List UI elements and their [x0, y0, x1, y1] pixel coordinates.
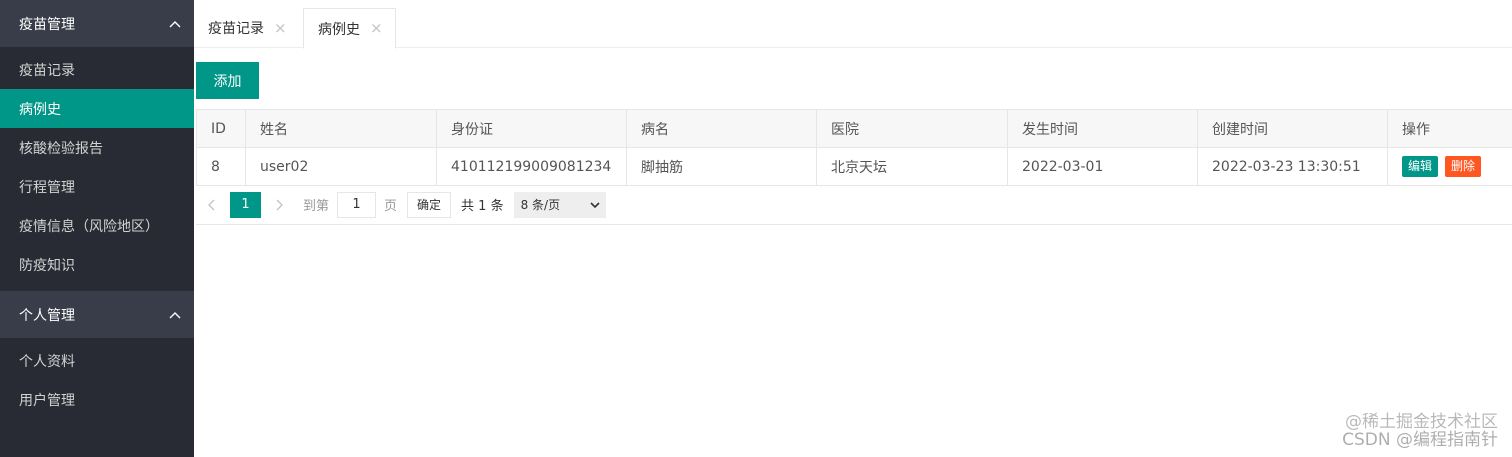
- sidebar-group-vaccine[interactable]: 疫苗管理: [0, 0, 194, 47]
- watermark: @稀土掘金技术社区 CSDN @编程指南针: [1342, 413, 1498, 449]
- watermark-line2: CSDN @编程指南针: [1342, 430, 1498, 450]
- cell-hospital: 北京天坛: [816, 147, 1008, 186]
- cell-id: 8: [196, 147, 246, 186]
- sidebar-item-label: 用户管理: [19, 392, 75, 409]
- close-icon[interactable]: ×: [370, 21, 383, 36]
- app-window: 疫苗管理 疫苗记录 病例史 核酸检验报告 行程管理 疫情信息（风险地区） 防疫知…: [0, 0, 1512, 457]
- sidebar: 疫苗管理 疫苗记录 病例史 核酸检验报告 行程管理 疫情信息（风险地区） 防疫知…: [0, 0, 194, 457]
- prev-page-icon[interactable]: [196, 192, 226, 218]
- sidebar-item-label: 防疫知识: [19, 257, 75, 274]
- sidebar-group-title: 个人管理: [19, 307, 75, 324]
- tab-label: 病例史: [318, 21, 360, 38]
- column-header[interactable]: ID: [196, 109, 246, 148]
- sidebar-item-label: 疫情信息（风险地区）: [19, 218, 159, 235]
- watermark-line1: @稀土掘金技术社区: [1345, 412, 1498, 432]
- page-number-current[interactable]: 1: [230, 191, 261, 218]
- sidebar-item-label: 核酸检验报告: [19, 140, 103, 157]
- sidebar-item-label: 个人资料: [19, 353, 75, 370]
- column-header[interactable]: 身份证: [436, 109, 627, 148]
- column-header[interactable]: 姓名: [245, 109, 437, 148]
- tab-vaccine-records[interactable]: 疫苗记录 ×: [194, 8, 299, 48]
- sidebar-item-vaccine-records[interactable]: 疫苗记录: [0, 50, 194, 89]
- goto-page-input[interactable]: [337, 191, 377, 218]
- column-header[interactable]: 操作: [1387, 109, 1512, 148]
- column-header[interactable]: 创建时间: [1197, 109, 1388, 148]
- tab-label: 疫苗记录: [208, 21, 264, 37]
- sidebar-item-itinerary[interactable]: 行程管理: [0, 167, 194, 206]
- add-button[interactable]: 添加: [196, 62, 259, 99]
- column-header[interactable]: 病名: [626, 109, 817, 148]
- chevron-up-icon: [168, 308, 182, 322]
- goto-label: 到第: [303, 199, 330, 214]
- cell-occur-time: 2022-03-01: [1007, 147, 1198, 186]
- edit-button[interactable]: 编辑: [1402, 156, 1439, 177]
- close-icon[interactable]: ×: [274, 20, 287, 36]
- sidebar-item-label: 病例史: [19, 101, 61, 118]
- sidebar-item-label: 行程管理: [19, 179, 75, 196]
- case-history-table: ID 姓名 身份证 病名 医院 发生时间 创建时间 操作 8 user02 41…: [196, 109, 1512, 186]
- next-page-icon[interactable]: [265, 192, 295, 218]
- sidebar-item-nucleic-report[interactable]: 核酸检验报告: [0, 128, 194, 167]
- tab-bar: 疫苗记录 × 病例史 ×: [194, 0, 1512, 49]
- tab-case-history[interactable]: 病例史 ×: [303, 8, 396, 49]
- cell-id-card: 410112199009081234: [436, 147, 627, 186]
- sidebar-item-profile[interactable]: 个人资料: [0, 341, 194, 380]
- page-label: 页: [384, 199, 398, 214]
- sidebar-group-title: 疫苗管理: [19, 16, 75, 33]
- sidebar-group-personal[interactable]: 个人管理: [0, 291, 194, 338]
- pagination: 1 到第 页 确定 共 1 条 8 条/页: [196, 185, 1512, 225]
- delete-button[interactable]: 删除: [1445, 156, 1482, 177]
- sidebar-item-label: 疫苗记录: [19, 62, 75, 79]
- page-size-select[interactable]: 8 条/页: [513, 191, 606, 218]
- sidebar-item-case-history[interactable]: 病例史: [0, 89, 194, 128]
- sidebar-item-epidemic-info[interactable]: 疫情信息（风险地区）: [0, 206, 194, 245]
- sidebar-item-prevention-knowledge[interactable]: 防疫知识: [0, 245, 194, 284]
- sidebar-item-user-management[interactable]: 用户管理: [0, 380, 194, 419]
- chevron-up-icon: [168, 17, 182, 31]
- table-row[interactable]: 8 user02 410112199009081234 脚抽筋 北京天坛 202…: [196, 147, 1512, 186]
- table-header-row: ID 姓名 身份证 病名 医院 发生时间 创建时间 操作: [196, 109, 1512, 148]
- cell-create-time: 2022-03-23 13:30:51: [1197, 147, 1388, 186]
- cell-name: user02: [245, 147, 437, 186]
- chevron-down-icon: [590, 198, 600, 212]
- goto-confirm-button[interactable]: 确定: [407, 191, 452, 218]
- cell-actions: 编辑 删除: [1387, 147, 1512, 186]
- column-header[interactable]: 医院: [816, 109, 1008, 148]
- cell-disease: 脚抽筋: [626, 147, 817, 186]
- total-count: 共 1 条: [461, 199, 504, 214]
- page-size-value: 8 条/页: [520, 198, 561, 212]
- column-header[interactable]: 发生时间: [1007, 109, 1198, 148]
